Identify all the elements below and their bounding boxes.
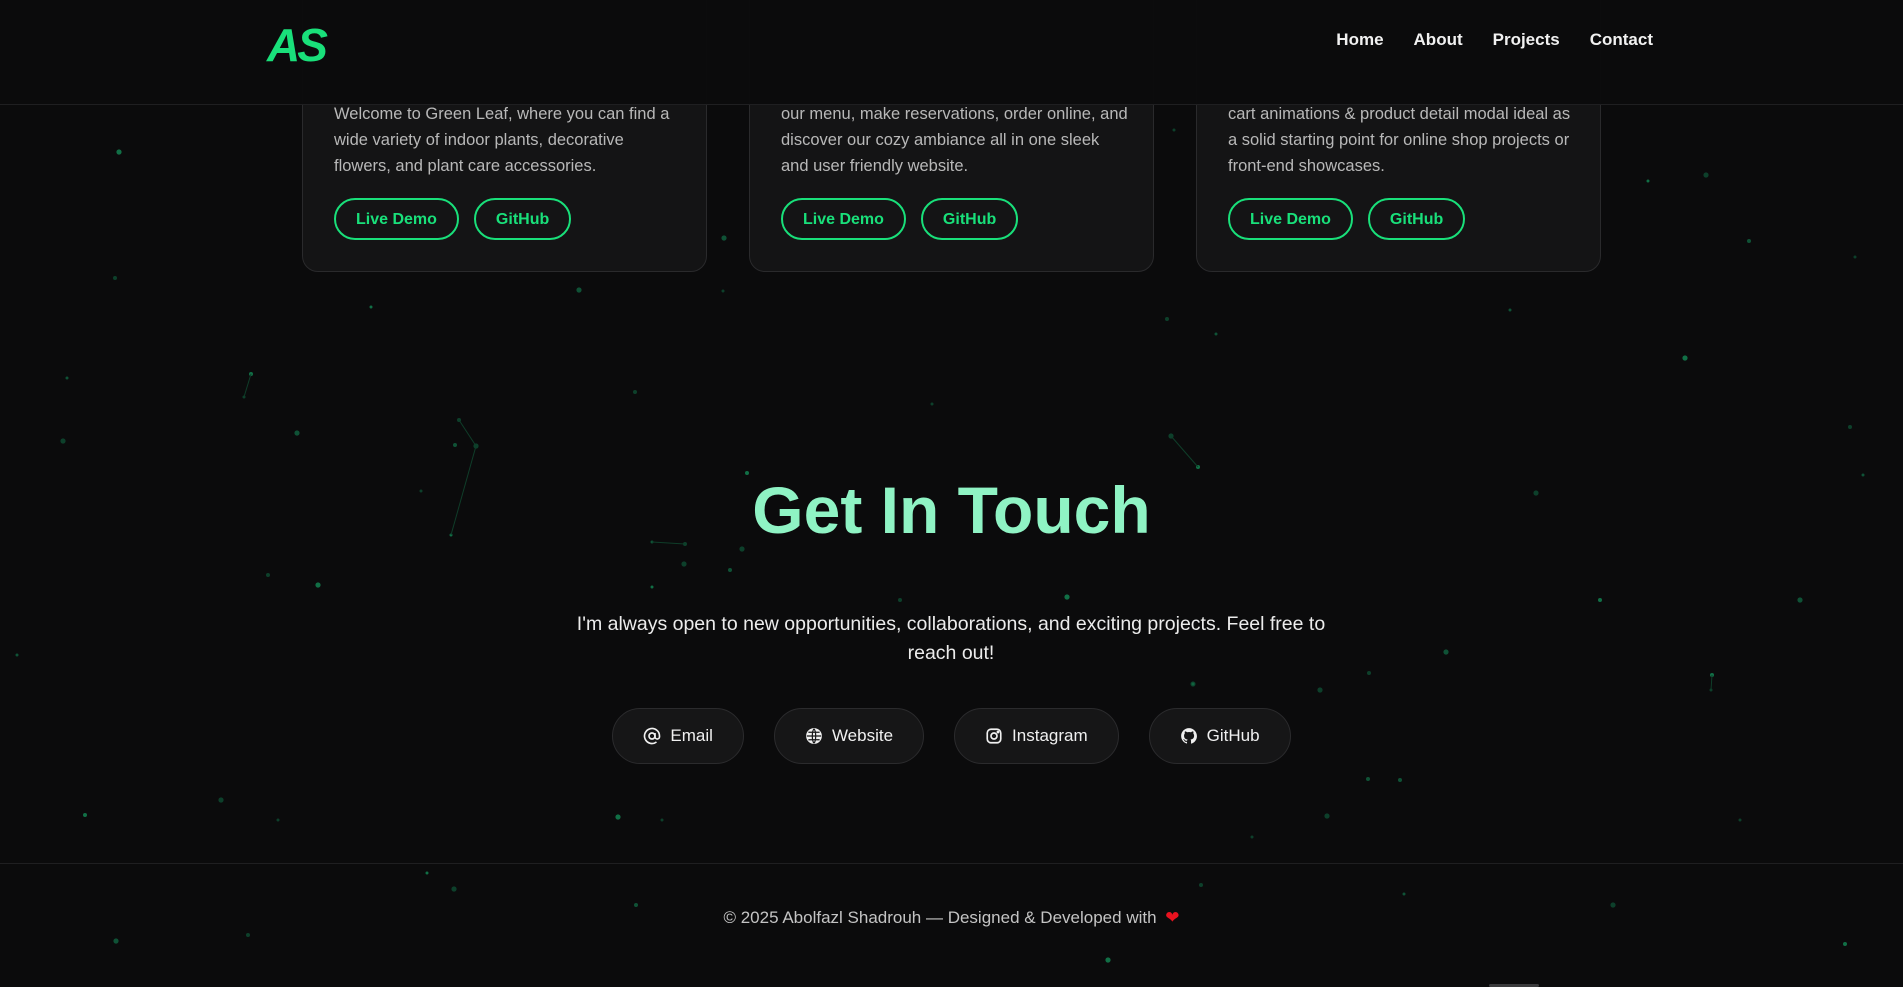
project-description: Welcome to Green Leaf, where you can fin… bbox=[334, 105, 670, 175]
project-description: cart animations & product detail modal i… bbox=[1228, 105, 1571, 175]
project-actions: Live Demo GitHub bbox=[1228, 198, 1466, 240]
particle-dot bbox=[1646, 179, 1650, 183]
particle-dot bbox=[1738, 818, 1742, 822]
particle-link bbox=[1170, 435, 1199, 468]
particle-dot bbox=[315, 582, 321, 588]
particle-dot bbox=[1598, 598, 1602, 602]
particle-dot bbox=[1853, 255, 1857, 259]
project-actions: Live Demo GitHub bbox=[781, 198, 1019, 240]
particle-dot bbox=[930, 402, 934, 406]
github-button[interactable]: GitHub bbox=[473, 198, 572, 240]
heart-icon: ❤ bbox=[1165, 908, 1180, 927]
main-nav: Home About Projects Contact bbox=[1336, 30, 1653, 50]
particle-dot bbox=[294, 430, 300, 436]
nav-home-link[interactable]: Home bbox=[1336, 30, 1383, 50]
globe-icon bbox=[805, 727, 823, 745]
particle-dot bbox=[721, 289, 725, 293]
particle-dot bbox=[369, 305, 373, 309]
particle-dot bbox=[113, 276, 117, 280]
particle-dot bbox=[1250, 835, 1254, 839]
particle-dot bbox=[615, 814, 621, 820]
particle-dot bbox=[1398, 778, 1402, 782]
site-header: AS Home About Projects Contact bbox=[0, 0, 1903, 105]
github-icon bbox=[1180, 727, 1198, 745]
contact-subtitle: I'm always open to new opportunities, co… bbox=[576, 613, 1326, 664]
live-demo-button[interactable]: Live Demo bbox=[334, 198, 459, 240]
instagram-link[interactable]: Instagram bbox=[954, 708, 1119, 764]
particle-link bbox=[243, 373, 252, 398]
particle-dot bbox=[218, 797, 224, 803]
instagram-icon bbox=[985, 727, 1003, 745]
particle-dot bbox=[15, 653, 19, 657]
particle-dot bbox=[660, 818, 664, 822]
nav-contact-link[interactable]: Contact bbox=[1590, 30, 1653, 50]
particle-dot bbox=[633, 390, 637, 394]
particle-dot bbox=[1443, 649, 1449, 655]
particle-dot bbox=[453, 443, 457, 447]
particle-dot bbox=[898, 598, 902, 602]
github-link-label: GitHub bbox=[1206, 726, 1260, 745]
at-icon bbox=[643, 727, 661, 745]
contact-title: Get In Touch bbox=[752, 473, 1151, 547]
particle-dot bbox=[1367, 671, 1371, 675]
github-button[interactable]: GitHub bbox=[1367, 198, 1466, 240]
nav-about-link[interactable]: About bbox=[1414, 30, 1463, 50]
particle-link bbox=[1710, 674, 1713, 691]
particle-dot bbox=[1165, 317, 1169, 321]
particle-dot bbox=[276, 818, 280, 822]
particle-dot bbox=[1324, 813, 1330, 819]
particle-dot bbox=[60, 438, 66, 444]
particle-dot bbox=[650, 585, 654, 589]
particle-dot bbox=[116, 149, 122, 155]
particle-dot bbox=[1848, 425, 1852, 429]
particle-dot bbox=[576, 287, 582, 293]
particle-dot bbox=[1366, 777, 1370, 781]
logo[interactable]: AS bbox=[267, 22, 328, 68]
contact-links: Email Website Instagram GitHub bbox=[0, 708, 1903, 764]
particle-dot bbox=[1317, 687, 1323, 693]
website-link[interactable]: Website bbox=[773, 708, 925, 764]
nav-projects-link[interactable]: Projects bbox=[1493, 30, 1560, 50]
particle-dot bbox=[1064, 594, 1070, 600]
particle-dot bbox=[1797, 597, 1803, 603]
particle-dot bbox=[266, 573, 270, 577]
particle-dot bbox=[65, 376, 69, 380]
particle-dot bbox=[83, 813, 87, 817]
particle-dot bbox=[1214, 332, 1218, 336]
project-actions: Live Demo GitHub bbox=[334, 198, 572, 240]
footer-copyright: © 2025 Abolfazl Shadrouh — Designed & De… bbox=[0, 908, 1903, 928]
particle-dot bbox=[728, 568, 732, 572]
live-demo-button[interactable]: Live Demo bbox=[1228, 198, 1353, 240]
page: Welcome to Green Leaf, where you can fin… bbox=[0, 0, 1903, 987]
particle-dot bbox=[681, 561, 687, 567]
live-demo-button[interactable]: Live Demo bbox=[781, 198, 906, 240]
email-link-label: Email bbox=[670, 726, 713, 745]
particle-dot bbox=[1703, 172, 1709, 178]
particle-dot bbox=[1508, 308, 1512, 312]
particle-dot bbox=[1747, 239, 1751, 243]
email-link[interactable]: Email bbox=[612, 708, 744, 764]
project-description: our menu, make reservations, order onlin… bbox=[781, 105, 1128, 175]
particle-dot bbox=[721, 235, 727, 241]
particle-dot bbox=[1190, 681, 1196, 687]
instagram-link-label: Instagram bbox=[1012, 726, 1088, 745]
particle-dot bbox=[1682, 355, 1688, 361]
github-link[interactable]: GitHub bbox=[1148, 708, 1291, 764]
particle-link bbox=[458, 419, 477, 447]
site-footer: © 2025 Abolfazl Shadrouh — Designed & De… bbox=[0, 863, 1903, 987]
github-button[interactable]: GitHub bbox=[920, 198, 1019, 240]
website-link-label: Website bbox=[831, 726, 894, 745]
particle-dot bbox=[1172, 128, 1176, 132]
footer-text: © 2025 Abolfazl Shadrouh — Designed & De… bbox=[723, 908, 1157, 927]
